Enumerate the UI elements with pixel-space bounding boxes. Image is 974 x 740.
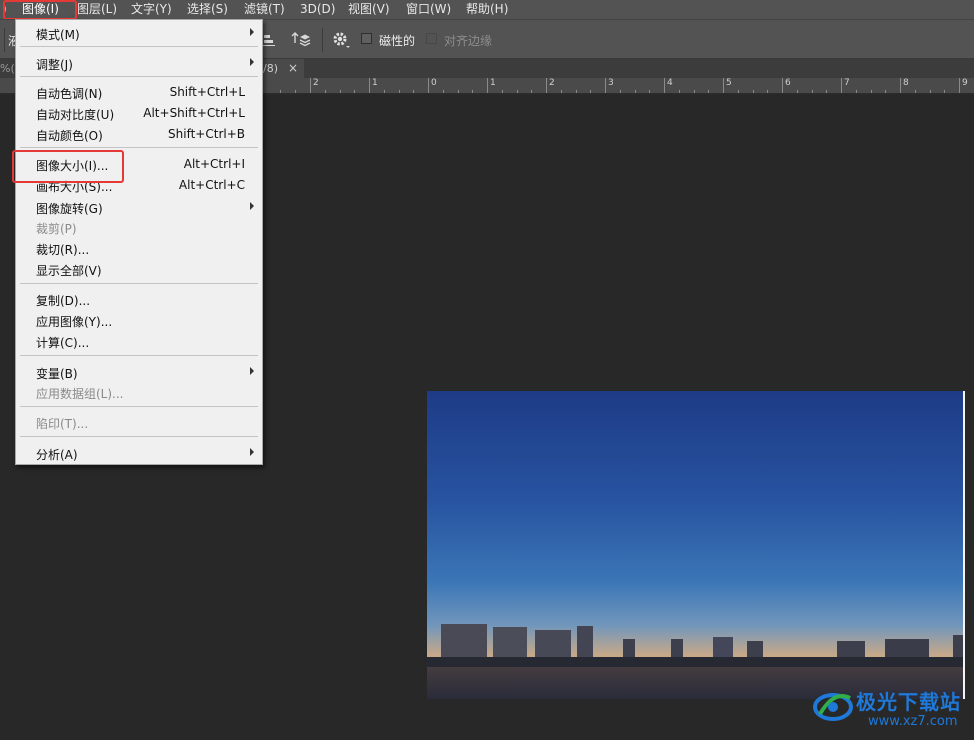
menu-item-duplicate[interactable]: 复制(D)... xyxy=(16,289,262,309)
menu-item-3d[interactable]: 3D(D) xyxy=(300,0,335,19)
menu-item-window[interactable]: 窗口(W) xyxy=(406,0,451,19)
menu-item-label: 自动对比度(U) xyxy=(36,108,115,122)
watermark-logo-icon xyxy=(812,688,856,722)
menu-item-analysis[interactable]: 分析(A) xyxy=(16,443,262,463)
document-image[interactable] xyxy=(427,391,965,699)
ruler-label: 1 xyxy=(490,78,496,88)
menu-item-select[interactable]: 选择(S) xyxy=(187,0,228,19)
menu-item-view[interactable]: 视图(V) xyxy=(348,0,390,19)
menu-item-label: 调整(J) xyxy=(36,58,73,72)
active-document-tab[interactable]: /8) × xyxy=(258,59,304,78)
image-dropdown-menu: 模式(M) 调整(J) 自动色调(N) Shift+Ctrl+L 自动对比度(U)… xyxy=(15,19,263,465)
magnetic-checkbox[interactable] xyxy=(361,33,372,44)
menu-item-trim[interactable]: 裁切(R)... xyxy=(16,238,262,258)
magnetic-label: 磁性的 xyxy=(379,34,416,48)
submenu-arrow-icon xyxy=(250,28,254,36)
ruler-label: 7 xyxy=(844,78,850,88)
menu-item-label: 变量(B) xyxy=(36,367,78,381)
menu-item-label: 分析(A) xyxy=(36,448,78,462)
menu-item-label: 计算(C)... xyxy=(36,336,90,350)
menu-item-mode[interactable]: 模式(M) xyxy=(16,23,262,43)
ruler-label: 5 xyxy=(726,78,732,88)
menu-item-variables[interactable]: 变量(B) xyxy=(16,362,262,382)
ruler-label: 3 xyxy=(608,78,614,88)
menu-item-calculations[interactable]: 计算(C)... xyxy=(16,331,262,351)
menu-item-auto-color[interactable]: 自动颜色(O) Shift+Ctrl+B xyxy=(16,124,262,144)
highlight-box-image-menu xyxy=(3,0,77,20)
menu-item-shortcut: Alt+Ctrl+I xyxy=(183,157,245,171)
ruler-label: 8 xyxy=(903,78,909,88)
watermark-title: 极光下载站 xyxy=(856,690,961,714)
submenu-arrow-icon xyxy=(250,202,254,210)
menu-item-label: 复制(D)... xyxy=(36,294,91,308)
gear-icon[interactable] xyxy=(332,31,352,49)
menu-bar: ) 图像(I) 图层(L) 文字(Y) 选择(S) 滤镜(T) 3D(D) 视图… xyxy=(0,0,974,19)
menu-item-label: 图像旋转(G) xyxy=(36,202,103,216)
watermark: 极光下载站 www.xz7.com xyxy=(812,682,972,738)
menu-item-reveal-all[interactable]: 显示全部(V) xyxy=(16,259,262,279)
menu-item-adjustments[interactable]: 调整(J) xyxy=(16,53,262,73)
align-bottom-icon[interactable] xyxy=(262,32,278,48)
menu-item-label: 显示全部(V) xyxy=(36,264,102,278)
menu-item-shortcut: Alt+Ctrl+C xyxy=(178,178,245,192)
menu-item-label: 裁剪(P) xyxy=(36,222,77,236)
menu-item-crop: 裁剪(P) xyxy=(16,217,262,237)
menu-item-shortcut: Shift+Ctrl+L xyxy=(169,85,245,99)
menu-item-help[interactable]: 帮助(H) xyxy=(466,0,508,19)
menu-item-layer[interactable]: 图层(L) xyxy=(77,0,117,19)
submenu-arrow-icon xyxy=(250,448,254,456)
menu-item-apply-image[interactable]: 应用图像(Y)... xyxy=(16,310,262,330)
document-tab-label: /8) xyxy=(263,62,278,75)
menu-item-label: 应用数据组(L)... xyxy=(36,387,124,401)
menu-item-apply-data-set: 应用数据组(L)... xyxy=(16,382,262,402)
ruler-label: 4 xyxy=(667,78,673,88)
watermark-url: www.xz7.com xyxy=(868,714,958,729)
highlight-box-image-size xyxy=(12,150,124,183)
menu-item-auto-tone[interactable]: 自动色调(N) Shift+Ctrl+L xyxy=(16,82,262,102)
ruler-label: 6 xyxy=(785,78,791,88)
menu-item-auto-contrast[interactable]: 自动对比度(U) Alt+Shift+Ctrl+L xyxy=(16,103,262,123)
submenu-arrow-icon xyxy=(250,58,254,66)
menu-item-trap: 陷印(T)... xyxy=(16,412,262,432)
toolbar-divider xyxy=(322,28,323,52)
toolbar-divider xyxy=(4,28,5,52)
ruler-label: 2 xyxy=(313,78,319,88)
menu-item-label: 自动色调(N) xyxy=(36,87,103,101)
menu-item-filter[interactable]: 滤镜(T) xyxy=(244,0,285,19)
ruler-label: 0 xyxy=(431,78,437,88)
submenu-arrow-icon xyxy=(250,367,254,375)
menu-item-type[interactable]: 文字(Y) xyxy=(131,0,172,19)
menu-item-label: 陷印(T)... xyxy=(36,417,89,431)
menu-item-label: 自动颜色(O) xyxy=(36,129,103,143)
ruler-label: 9 xyxy=(962,78,968,88)
tab-close-icon[interactable]: × xyxy=(288,59,298,78)
menu-item-shortcut: Alt+Shift+Ctrl+L xyxy=(143,106,245,120)
menu-item-label: 模式(M) xyxy=(36,28,80,42)
menu-item-label: 裁切(R)... xyxy=(36,243,90,257)
menu-item-image-rotation[interactable]: 图像旋转(G) xyxy=(16,197,262,217)
ruler-label: 1 xyxy=(372,78,378,88)
menu-item-label: 应用图像(Y)... xyxy=(36,315,113,329)
align-edges-label: 对齐边缘 xyxy=(444,34,493,48)
align-edges-checkbox xyxy=(426,33,437,44)
ruler-label: 2 xyxy=(549,78,555,88)
menu-item-shortcut: Shift+Ctrl+B xyxy=(168,127,245,141)
layers-arrange-icon[interactable] xyxy=(291,31,311,49)
